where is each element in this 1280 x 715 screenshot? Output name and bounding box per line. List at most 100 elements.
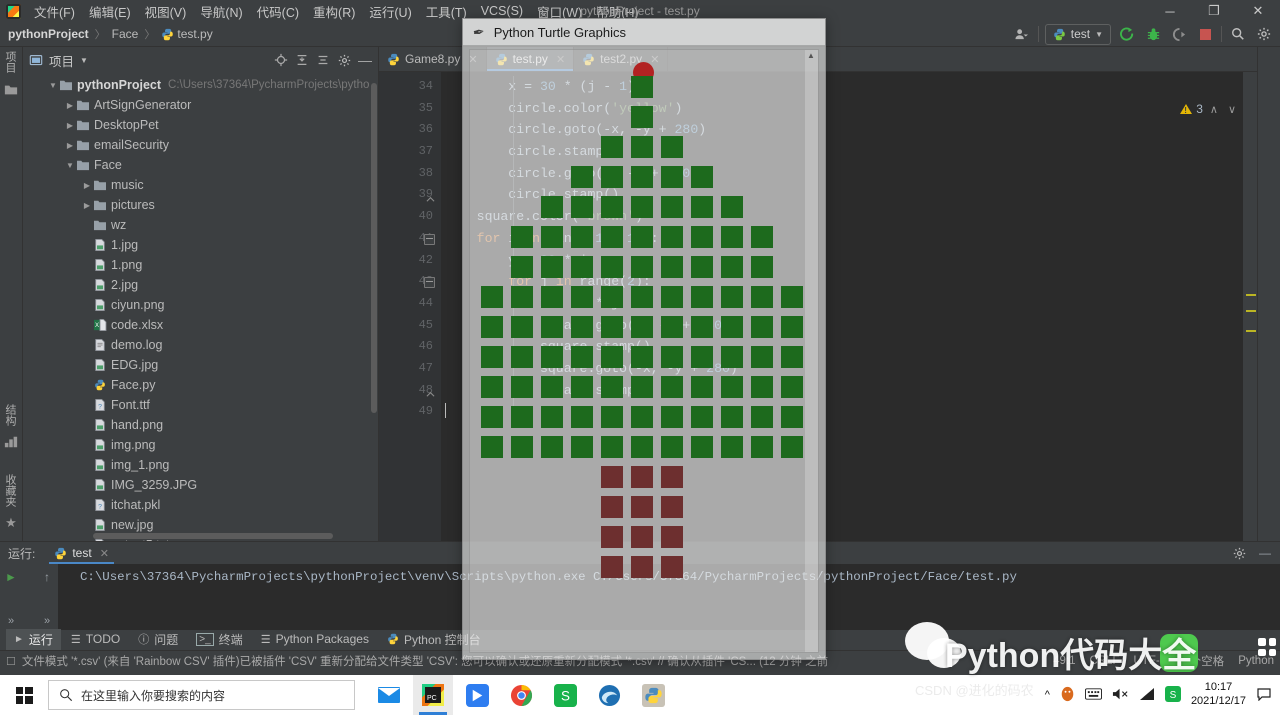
tool-tab-problems[interactable]: ⓘ 问题 — [130, 629, 186, 650]
project-vertical-scrollbar[interactable] — [371, 83, 377, 413]
file-encoding[interactable]: UTF-8 — [1134, 655, 1167, 667]
fold-collapse-icon[interactable] — [424, 233, 435, 245]
taskbar-app-chrome[interactable] — [501, 675, 541, 715]
menu-navigate[interactable]: 导航(N) — [193, 0, 249, 23]
chevron-right-icon[interactable]: ▶ — [64, 121, 76, 130]
close-icon[interactable]: ✕ — [100, 547, 109, 560]
search-icon[interactable] — [1228, 24, 1248, 44]
gear-icon[interactable] — [1230, 544, 1248, 562]
taskbar-app-python[interactable] — [633, 675, 673, 715]
sogou-input-icon[interactable]: S — [1164, 685, 1181, 705]
tree-row[interactable]: Face.py — [23, 375, 378, 395]
run-tab-test[interactable]: test ✕ — [49, 542, 114, 564]
taskbar-app-sogou[interactable]: S — [545, 675, 585, 715]
project-tree[interactable]: ▼ pythonProject C:\Users\37364\PycharmPr… — [23, 73, 378, 541]
run-icon[interactable]: ► — [2, 568, 20, 586]
tool-window-button-favorites[interactable]: 收藏夹 — [2, 474, 18, 507]
taskbar-clock[interactable]: 10:17 2021/12/17 — [1191, 681, 1246, 709]
taskbar-app-pycharm[interactable]: PC — [413, 675, 453, 715]
run-configuration-selector[interactable]: test ▼ — [1044, 23, 1111, 45]
chevron-down-icon[interactable]: ∨ — [1225, 103, 1239, 116]
locate-icon[interactable] — [272, 51, 290, 69]
taskbar-search[interactable]: 在这里输入你要搜索的内容 — [48, 680, 355, 710]
fold-collapse-icon[interactable] — [424, 277, 435, 289]
rerun-up-icon[interactable]: ↑ — [38, 568, 56, 586]
caret-position[interactable]: 49:1 — [1053, 655, 1075, 667]
collapse-icon[interactable] — [293, 51, 311, 69]
tree-row[interactable]: hand.png — [23, 415, 378, 435]
tree-row[interactable]: ▶ ArtSignGenerator — [23, 95, 378, 115]
minimize-button[interactable]: ─ — [1148, 0, 1192, 22]
tree-row[interactable]: Xcode.xlsx — [23, 315, 378, 335]
chevron-right-icon[interactable]: ▶ — [64, 141, 76, 150]
scroll-down-icon[interactable]: » — [2, 612, 20, 630]
tree-row[interactable]: ▶ emailSecurity — [23, 135, 378, 155]
tree-row[interactable]: wz — [23, 215, 378, 235]
tree-row[interactable]: new.jpg — [23, 515, 378, 535]
tree-row[interactable]: ? Font.ttf — [23, 395, 378, 415]
tree-row[interactable]: ▶ pictures — [23, 195, 378, 215]
taskbar-app-mail[interactable] — [369, 675, 409, 715]
warning-marker[interactable] — [1246, 330, 1256, 332]
project-horizontal-scrollbar[interactable] — [93, 533, 333, 539]
chevron-up-icon[interactable]: ^ — [1045, 689, 1050, 701]
coverage-icon[interactable] — [1169, 24, 1189, 44]
line-separator[interactable]: CRLF — [1089, 655, 1119, 667]
chevron-down-icon[interactable]: ▼ — [64, 161, 76, 170]
tool-window-button-project[interactable]: 项目 — [2, 51, 18, 73]
tree-row[interactable]: ciyun.png — [23, 295, 378, 315]
menu-view[interactable]: 视图(V) — [138, 0, 194, 23]
run-icon[interactable] — [1117, 24, 1137, 44]
hide-icon[interactable]: — — [1256, 544, 1274, 562]
volume-mute-icon[interactable] — [1112, 687, 1129, 704]
tree-row[interactable]: 1.png — [23, 255, 378, 275]
warning-marker[interactable] — [1246, 294, 1256, 296]
menu-edit[interactable]: 编辑(E) — [82, 0, 138, 23]
user-icon[interactable] — [1012, 24, 1032, 44]
tool-tab-todo[interactable]: ☰ TODO — [63, 630, 128, 648]
network-icon[interactable] — [1139, 687, 1155, 704]
tree-row-root[interactable]: ▼ pythonProject C:\Users\37364\PycharmPr… — [23, 75, 378, 95]
menu-run[interactable]: 运行(U) — [362, 0, 418, 23]
chevron-right-icon[interactable]: ▶ — [64, 101, 76, 110]
turtle-vertical-scrollbar[interactable] — [805, 50, 818, 652]
tree-row[interactable]: ▼ Face — [23, 155, 378, 175]
fold-end-icon[interactable] — [426, 191, 435, 202]
gear-icon[interactable] — [335, 51, 353, 69]
notification-icon[interactable]: ☐ — [6, 655, 16, 668]
tool-tab-terminal[interactable]: >_ 终端 — [188, 629, 250, 650]
tree-row[interactable]: IMG_3259.JPG — [23, 475, 378, 495]
line-number-gutter[interactable]: 34353637383940414243444546474849 — [379, 72, 441, 541]
tree-row[interactable]: img_1.png — [23, 455, 378, 475]
start-button[interactable] — [0, 675, 48, 715]
tool-window-button-structure[interactable]: 结构 — [2, 404, 18, 426]
keyboard-icon[interactable] — [1084, 687, 1102, 703]
chevron-down-icon[interactable]: ▼ — [80, 56, 88, 65]
interpreter-label[interactable]: Python — [1238, 655, 1274, 667]
gear-icon[interactable] — [1254, 24, 1274, 44]
taskbar-app-foxmail[interactable] — [457, 675, 497, 715]
python-turtle-graphics-window[interactable]: ✒ Python Turtle Graphics — [462, 18, 826, 660]
menu-file[interactable]: 文件(F) — [27, 0, 82, 23]
soft-wrap-icon[interactable]: » — [38, 612, 56, 630]
chevron-down-icon[interactable]: ▼ — [47, 81, 59, 90]
tree-row[interactable]: img.png — [23, 435, 378, 455]
hide-icon[interactable]: — — [356, 51, 374, 69]
tree-row[interactable]: 2.jpg — [23, 275, 378, 295]
tool-tab-run[interactable]: ► 运行 — [6, 628, 61, 650]
error-stripe[interactable] — [1243, 72, 1257, 541]
tree-row[interactable]: demo.log — [23, 335, 378, 355]
tree-row[interactable]: ▶ music — [23, 175, 378, 195]
qq-icon[interactable] — [1060, 686, 1075, 705]
turtle-canvas[interactable] — [469, 49, 819, 653]
breadcrumb-project[interactable]: pythonProject — [8, 27, 89, 41]
indent-setting[interactable]: 4 个空格 — [1180, 653, 1224, 669]
tree-row[interactable]: EDG.jpg — [23, 355, 378, 375]
tree-row[interactable]: 1.jpg — [23, 235, 378, 255]
tree-row[interactable]: ▶ DesktopPet — [23, 115, 378, 135]
debug-icon[interactable] — [1143, 24, 1163, 44]
breadcrumb-file[interactable]: test.py — [177, 27, 212, 41]
tree-row[interactable]: ? itchat.pkl — [23, 495, 378, 515]
warning-marker[interactable] — [1246, 310, 1256, 312]
fold-end-icon[interactable] — [426, 386, 435, 397]
